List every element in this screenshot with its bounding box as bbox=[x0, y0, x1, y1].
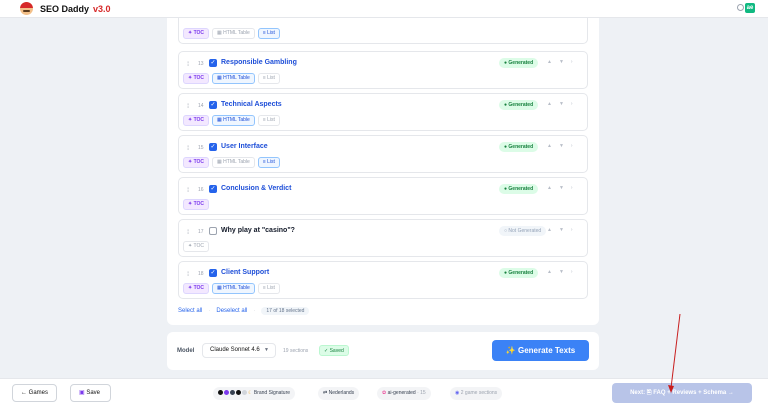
annotation-arrow bbox=[668, 313, 681, 393]
